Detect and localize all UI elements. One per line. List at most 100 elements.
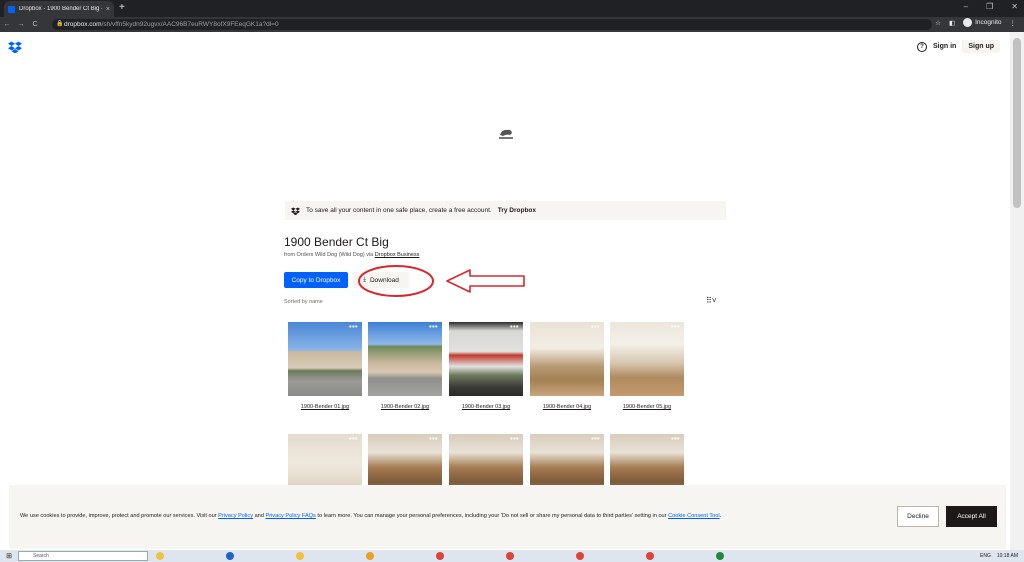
bookmark-star-icon[interactable]: ☆ — [935, 19, 941, 27]
more-options-icon[interactable]: ••• — [591, 436, 600, 443]
chrome-icon — [436, 552, 444, 560]
decline-button[interactable]: Decline — [897, 506, 939, 527]
folder-title: 1900 Bender Ct Big — [284, 235, 389, 249]
new-tab-button[interactable]: + — [119, 2, 125, 13]
more-options-icon[interactable]: ••• — [591, 324, 600, 331]
taskbar-app[interactable] — [222, 551, 292, 561]
accept-all-button[interactable]: Accept All — [946, 506, 997, 527]
taskbar-app[interactable] — [502, 551, 572, 561]
app-icon — [226, 552, 234, 560]
more-options-icon[interactable]: ••• — [510, 436, 519, 443]
dropbox-logo-icon[interactable] — [8, 41, 22, 53]
dropbox-banner-icon — [291, 206, 300, 215]
taskbar-app[interactable] — [572, 551, 642, 561]
file-name-link[interactable]: 1900-Bender 03.jpg — [449, 404, 523, 410]
more-options-icon[interactable]: ••• — [349, 324, 358, 331]
scrollbar-thumb[interactable] — [1013, 38, 1021, 208]
file-thumbnail[interactable]: ••• — [530, 322, 604, 396]
browser-tab[interactable]: Dropbox - 1900 Bender Ct Big - × — [4, 1, 114, 17]
page-content: ? Sign in Sign up To save all your conte… — [0, 32, 1010, 550]
taskbar-app[interactable] — [292, 551, 362, 561]
file-name-link[interactable]: 1900-Bender 02.jpg — [368, 404, 442, 410]
cookie-text: We use cookies to provide, improve, prot… — [20, 513, 721, 519]
cookie-consent-banner: We use cookies to provide, improve, prot… — [9, 485, 1006, 549]
url-path: /sh/vffn5kydn92ugvx/AAC96B7euRWY8ofX9FEe… — [101, 21, 279, 28]
cookie-text-part: to learn more. You can manage your perso… — [317, 513, 667, 519]
more-options-icon[interactable]: ••• — [429, 324, 438, 331]
taskbar-search-input[interactable]: Search — [18, 551, 148, 561]
file-thumbnail[interactable]: ••• — [368, 322, 442, 396]
dropbox-favicon-icon — [8, 5, 15, 13]
try-dropbox-link[interactable]: Try Dropbox — [498, 207, 536, 214]
language-indicator[interactable]: ENG — [980, 553, 991, 559]
privacy-policy-link[interactable]: Privacy Policy — [218, 513, 253, 519]
subtitle-text: from Orders Wild Dog (Wild Dog) via — [284, 252, 374, 258]
copy-to-dropbox-button[interactable]: Copy to Dropbox — [284, 272, 348, 288]
wild-dog-logo-icon — [499, 129, 513, 139]
taskbar-app[interactable] — [432, 551, 502, 561]
chrome-icon — [646, 552, 654, 560]
os-taskbar: ⊞ Search ENG 10:18 AM — [0, 550, 1024, 562]
clock[interactable]: 10:18 AM — [997, 553, 1018, 559]
incognito-avatar-icon — [963, 18, 973, 27]
file-name-link[interactable]: 1900-Bender 05.jpg — [610, 404, 684, 410]
windows-start-icon[interactable]: ⊞ — [0, 552, 18, 560]
window-controls: – ❐ ✕ — [964, 2, 1018, 11]
help-icon[interactable]: ? — [916, 41, 927, 52]
taskbar-app[interactable] — [642, 551, 712, 561]
download-icon: ⤓ — [363, 276, 366, 283]
annotation-arrow — [446, 269, 525, 293]
more-options-icon[interactable]: ••• — [429, 436, 438, 443]
dropbox-business-link[interactable]: Dropbox Business — [375, 252, 420, 258]
close-window-icon[interactable]: ✕ — [1011, 2, 1018, 11]
chrome-icon — [576, 552, 584, 560]
sign-up-button[interactable]: Sign up — [962, 40, 1000, 53]
more-options-icon[interactable]: ••• — [671, 324, 680, 331]
minimize-icon[interactable]: – — [964, 2, 968, 11]
cookie-text-part: We use cookies to provide, improve, prot… — [20, 513, 217, 519]
side-panel-icon[interactable]: ◧ — [949, 19, 955, 27]
url-domain: dropbox.com — [64, 21, 102, 28]
browser-toolbar: ← → C 🔒 dropbox.com/sh/vffn5kydn92ugvx/A… — [0, 17, 1024, 32]
file-thumbnail[interactable]: ••• — [449, 322, 523, 396]
privacy-faq-link[interactable]: Privacy Policy FAQs — [265, 513, 315, 519]
file-name-link[interactable]: 1900-Bender 01.jpg — [288, 404, 362, 410]
download-label: Download — [369, 276, 399, 284]
cookie-text-part: . — [719, 513, 722, 519]
browser-menu-icon[interactable]: ⋮ — [1010, 19, 1017, 27]
grid-view-icon[interactable]: ⠿˅ — [706, 296, 717, 305]
header-actions: ? Sign in Sign up — [916, 40, 1000, 53]
folder-icon — [296, 552, 304, 560]
taskbar-app[interactable] — [712, 551, 782, 561]
back-icon[interactable]: ← — [0, 21, 14, 28]
signup-banner: To save all your content in one safe pla… — [285, 201, 726, 220]
address-bar[interactable]: 🔒 dropbox.com/sh/vffn5kydn92ugvx/AAC96B7… — [52, 19, 932, 30]
more-options-icon[interactable]: ••• — [349, 436, 358, 443]
incognito-profile[interactable]: Incognito — [963, 18, 1002, 27]
incognito-label: Incognito — [975, 19, 1002, 26]
folder-icon — [156, 552, 164, 560]
download-button[interactable]: ⤓ Download — [353, 272, 409, 288]
sign-in-link[interactable]: Sign in — [933, 43, 956, 50]
page-scrollbar[interactable] — [1010, 32, 1024, 550]
taskbar-app[interactable] — [152, 551, 222, 561]
file-thumbnail[interactable]: ••• — [288, 322, 362, 396]
file-name-link[interactable]: 1900-Bender 04.jpg — [530, 404, 604, 410]
forward-icon[interactable]: → — [14, 21, 28, 28]
file-thumbnail[interactable]: ••• — [610, 322, 684, 396]
sort-label[interactable]: Sorted by name — [284, 299, 323, 305]
app-icon — [366, 552, 374, 560]
more-options-icon[interactable]: ••• — [510, 324, 519, 331]
folder-subtitle: from Orders Wild Dog (Wild Dog) via Drop… — [284, 252, 419, 258]
more-options-icon[interactable]: ••• — [671, 436, 680, 443]
restore-icon[interactable]: ❐ — [986, 2, 993, 11]
excel-icon — [716, 552, 724, 560]
tab-close-icon[interactable]: × — [106, 6, 110, 13]
taskbar-app[interactable] — [362, 551, 432, 561]
browser-tabstrip: Dropbox - 1900 Bender Ct Big - × + – ❐ ✕ — [0, 0, 1024, 17]
cookie-consent-tool-link[interactable]: Cookie Consent Tool — [668, 513, 720, 519]
system-tray: ENG 10:18 AM — [980, 550, 1018, 562]
banner-text: To save all your content in one safe pla… — [306, 207, 492, 214]
reload-icon[interactable]: C — [28, 21, 42, 28]
chrome-icon — [506, 552, 514, 560]
